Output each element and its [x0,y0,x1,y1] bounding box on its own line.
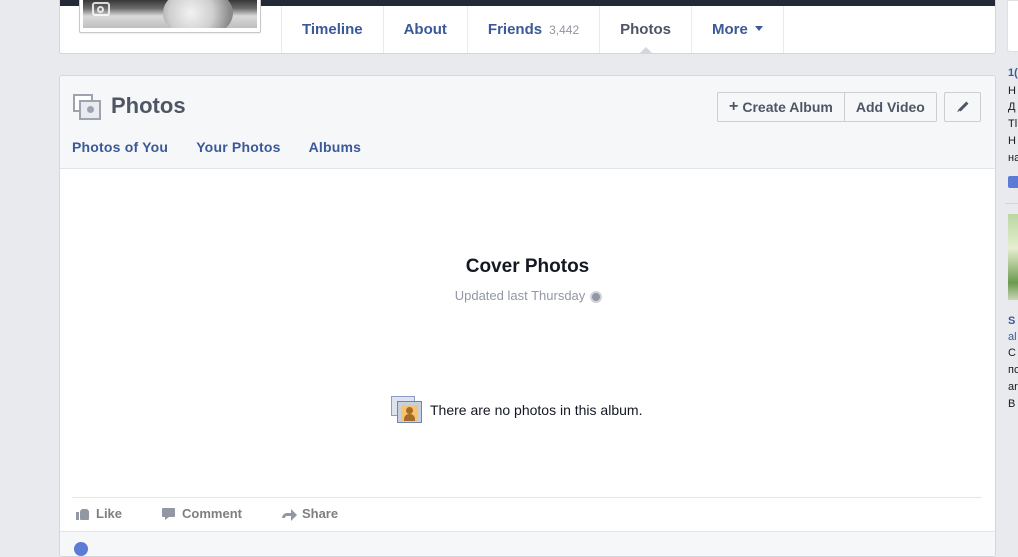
tab-your-photos[interactable]: Your Photos [196,139,280,155]
sidebar-text: H [1008,85,1016,97]
share-button[interactable]: Share [281,506,339,521]
profile-tabs: Timeline About Friends 3,442 Photos More [281,6,784,54]
share-arrow-icon [281,507,297,521]
like-label: Like [96,506,123,521]
divider [72,497,982,498]
tab-more-label: More [711,21,748,38]
empty-album-text: There are no photos in this album. [430,402,643,418]
like-button[interactable]: Like [76,506,122,521]
tab-friends-label: Friends [487,21,543,38]
tab-timeline-label: Timeline [302,21,363,38]
create-album-button[interactable]: + Create Album [718,93,844,121]
album-updated-row: Updated last Thursday [60,288,995,303]
page-title: Photos [111,93,186,118]
chevron-down-icon [754,26,763,31]
sidebar-text: B [1008,398,1016,410]
album-button-group: + Create Album Add Video [717,92,937,122]
pencil-icon [958,101,969,112]
comment-icon [162,507,176,520]
album-updated-text: Updated last Thursday [454,288,586,303]
friends-count: 3,442 [549,22,580,37]
globe-icon [74,542,88,556]
tab-photos-of-you[interactable]: Photos of You [72,139,168,155]
sidebar-text: С [1008,347,1016,359]
photos-icon-front [79,100,101,120]
photos-sub-tabs: Photos of You Your Photos Albums [72,139,389,155]
sidebar-text: Д [1008,101,1016,113]
camera-icon[interactable] [92,2,110,16]
sidebar-text: ar [1008,381,1018,393]
create-album-label: Create Album [742,99,833,115]
edit-button[interactable] [944,92,981,122]
tab-photos[interactable]: Photos [599,6,691,54]
action-bar: Like Comment Share [76,506,378,521]
comment-button[interactable]: Comment [162,506,242,521]
share-label: Share [301,506,339,521]
tab-friends[interactable]: Friends 3,442 [466,6,599,53]
right-sidebar: 1( H Д Tl H на S al С пс ar B [1005,0,1018,547]
tab-photos-label: Photos [620,21,671,38]
sidebar-thumbnail[interactable] [1007,0,1018,52]
photos-card-header: Photos + Create Album Add Video Photos o… [60,76,995,169]
comment-footer-strip [60,531,995,556]
add-video-label: Add Video [855,99,925,115]
sidebar-text: Tl [1008,118,1018,130]
sidebar-text[interactable]: al [1008,331,1017,343]
add-video-button[interactable]: Add Video [843,93,936,121]
profile-picture[interactable] [79,0,261,33]
sidebar-ad-image[interactable] [1008,214,1018,300]
sidebar-text: пс [1008,364,1018,376]
profile-nav-bar: Timeline About Friends 3,442 Photos More [59,0,996,54]
sidebar-text[interactable]: 1( [1008,67,1018,79]
tab-albums[interactable]: Albums [309,139,362,155]
tab-about-label: About [403,21,447,38]
photos-icon [73,94,101,120]
plus-icon: + [729,98,739,115]
tab-timeline[interactable]: Timeline [281,6,383,53]
album-title: Cover Photos [465,256,590,277]
gear-icon[interactable] [592,293,601,301]
thumbs-up-icon [76,507,90,520]
sidebar-text: H [1008,135,1016,147]
comment-label: Comment [182,506,242,521]
tab-more[interactable]: More [690,6,784,53]
photos-card: Photos + Create Album Add Video Photos o… [59,75,996,557]
thumbs-up-icon[interactable] [1008,176,1018,188]
sidebar-text[interactable]: S [1008,315,1015,327]
person-silhouette-icon [401,405,418,421]
empty-album-message: There are no photos in this album. [391,396,642,424]
divider [1005,203,1018,204]
tab-about[interactable]: About [382,6,467,53]
photo-album-icon [391,396,423,424]
sidebar-text: на [1008,152,1018,164]
